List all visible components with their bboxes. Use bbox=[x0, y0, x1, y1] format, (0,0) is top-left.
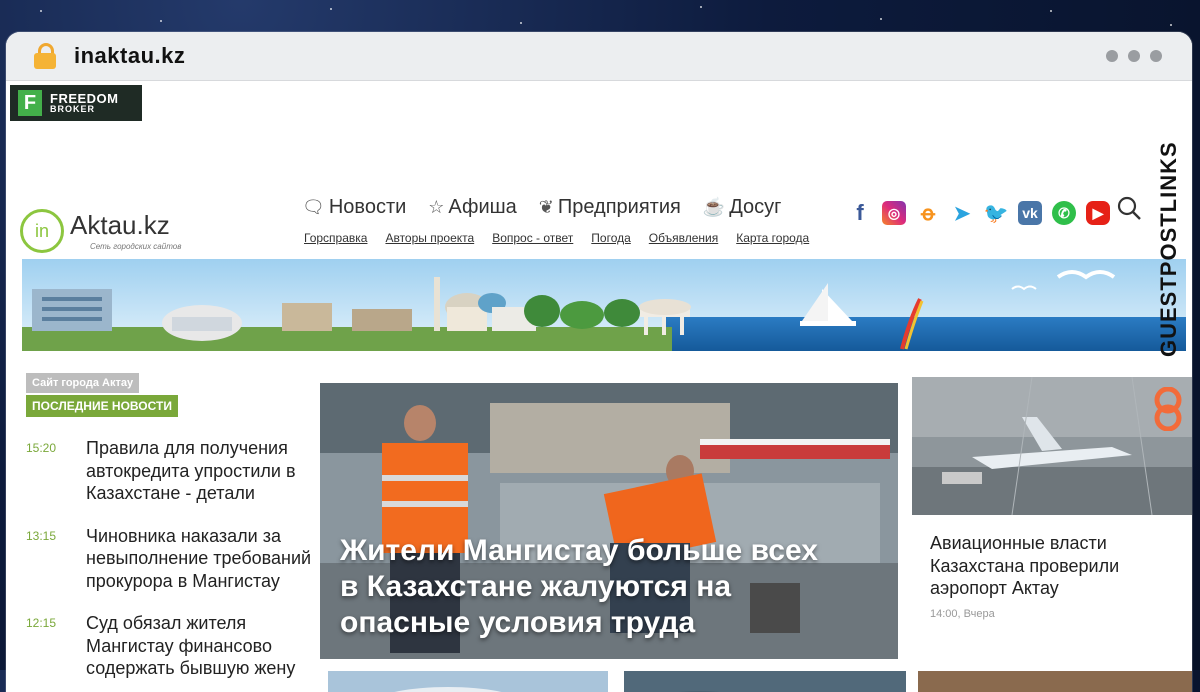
logo-subtitle: Сеть городских сайтов bbox=[90, 241, 182, 251]
link-chain-icon bbox=[1154, 387, 1182, 431]
article-thumbnail[interactable] bbox=[328, 671, 608, 692]
article-thumbnail[interactable] bbox=[918, 671, 1192, 692]
news-title[interactable]: Суд обязал жителя Мангистау финансово со… bbox=[86, 612, 316, 680]
star-decoration bbox=[1170, 24, 1172, 26]
subnav-link-ads[interactable]: Объявления bbox=[649, 231, 718, 245]
nav-item-news[interactable]: 🗨 Новости bbox=[302, 196, 406, 219]
news-title[interactable]: Правила для получения автокредита упрост… bbox=[86, 437, 316, 505]
star-icon: ☆ bbox=[428, 197, 445, 217]
social-links: f ◎ ꝋ ➤ 🐦 vk ✆ ▶ bbox=[848, 200, 1110, 225]
subnav-link-directory[interactable]: Горсправка bbox=[304, 231, 367, 245]
window-dot-icon[interactable] bbox=[1106, 50, 1118, 62]
latest-news-heading: ПОСЛЕДНИЕ НОВОСТИ bbox=[26, 395, 178, 417]
vk-icon[interactable]: vk bbox=[1018, 201, 1042, 225]
search-icon[interactable] bbox=[1116, 195, 1142, 221]
lock-icon bbox=[34, 43, 56, 69]
nav-item-label: Новости bbox=[328, 196, 407, 218]
star-decoration bbox=[880, 18, 882, 20]
url-text[interactable]: inaktau.kz bbox=[74, 43, 185, 69]
latest-news-sidebar: Сайт города Актау ПОСЛЕДНИЕ НОВОСТИ 15:2… bbox=[26, 373, 316, 680]
star-decoration bbox=[700, 6, 702, 8]
sub-nav: Горсправка Авторы проекта Вопрос - ответ… bbox=[304, 231, 809, 245]
featured-article[interactable]: Жители Мангистау больше всех в Казахстан… bbox=[320, 383, 898, 659]
subnav-link-map[interactable]: Карта города bbox=[736, 231, 809, 245]
news-list-item[interactable]: 12:15 Суд обязал жителя Мангистау финанс… bbox=[26, 612, 316, 680]
twitter-icon[interactable]: 🐦 bbox=[984, 201, 1009, 225]
subnav-link-qa[interactable]: Вопрос - ответ bbox=[492, 231, 573, 245]
side-article-meta: 14:00, Вчера bbox=[930, 607, 995, 620]
news-time: 13:15 bbox=[26, 528, 57, 543]
nav-item-leisure[interactable]: ☕ Досуг bbox=[703, 196, 782, 219]
main-nav: 🗨 Новости ☆ Афиша ❦ Предприятия ☕ Досуг bbox=[302, 196, 781, 219]
article-thumbnail[interactable] bbox=[624, 671, 906, 692]
cup-icon: ☕ bbox=[702, 197, 726, 217]
window-dot-icon[interactable] bbox=[1128, 50, 1140, 62]
butterfly-icon: ❦ bbox=[538, 197, 554, 217]
logo-name: Aktau.kz bbox=[70, 209, 170, 240]
freedom-broker-ad[interactable]: F FREEDOM BROKER bbox=[10, 85, 142, 121]
star-decoration bbox=[1050, 10, 1052, 12]
speech-bubble-icon: 🗨 bbox=[302, 197, 325, 217]
watermark-text: GUESTPOSTLINKS bbox=[1156, 141, 1181, 357]
city-panorama-banner bbox=[22, 259, 1186, 351]
freedom-logo-icon: F bbox=[18, 90, 42, 116]
news-title[interactable]: Чиновника наказали за невыполнение требо… bbox=[86, 525, 316, 593]
guestpostlinks-watermark: GUESTPOSTLINKS bbox=[1150, 141, 1186, 441]
nav-item-label: Предприятия bbox=[557, 196, 681, 218]
news-list-item[interactable]: 13:15 Чиновника наказали за невыполнение… bbox=[26, 525, 316, 593]
telegram-icon[interactable]: ➤ bbox=[950, 201, 974, 225]
nav-item-label: Досуг bbox=[729, 196, 782, 218]
news-time: 12:15 bbox=[26, 616, 57, 630]
odnoklassniki-icon[interactable]: ꝋ bbox=[916, 201, 940, 225]
nav-item-companies[interactable]: ❦ Предприятия bbox=[539, 196, 681, 219]
star-decoration bbox=[330, 8, 332, 10]
news-list-item[interactable]: 15:20 Правила для получения автокредита … bbox=[26, 437, 316, 505]
window-controls bbox=[1106, 50, 1162, 62]
subnav-link-authors[interactable]: Авторы проекта bbox=[385, 231, 474, 245]
logo-circle-icon: in bbox=[20, 209, 64, 253]
youtube-icon[interactable]: ▶ bbox=[1086, 201, 1110, 225]
star-decoration bbox=[160, 20, 162, 22]
news-time: 15:20 bbox=[26, 441, 57, 455]
whatsapp-icon[interactable]: ✆ bbox=[1052, 201, 1076, 225]
ad-brand-line2: BROKER bbox=[50, 104, 96, 114]
nav-item-afisha[interactable]: ☆ Афиша bbox=[428, 196, 517, 219]
nav-item-label: Афиша bbox=[448, 196, 517, 218]
side-article-title[interactable]: Авиационные власти Казахстана проверили … bbox=[930, 532, 1192, 600]
site-logo[interactable]: in Aktau.kz Сеть городских сайтов bbox=[20, 209, 181, 253]
subnav-link-weather[interactable]: Погода bbox=[591, 231, 631, 245]
featured-article-title[interactable]: Жители Мангистау больше всех в Казахстан… bbox=[340, 533, 840, 641]
instagram-icon[interactable]: ◎ bbox=[882, 201, 906, 225]
facebook-icon[interactable]: f bbox=[848, 200, 872, 225]
browser-window: inaktau.kz F FREEDOM BROKER in Aktau.kz … bbox=[6, 32, 1192, 692]
site-city-tag: Сайт города Актау bbox=[26, 373, 140, 393]
web-page: F FREEDOM BROKER in Aktau.kz Сеть городс… bbox=[6, 81, 1192, 692]
window-dot-icon[interactable] bbox=[1150, 50, 1162, 62]
address-bar[interactable]: inaktau.kz bbox=[6, 32, 1192, 81]
star-decoration bbox=[40, 10, 42, 12]
star-decoration bbox=[520, 22, 522, 24]
